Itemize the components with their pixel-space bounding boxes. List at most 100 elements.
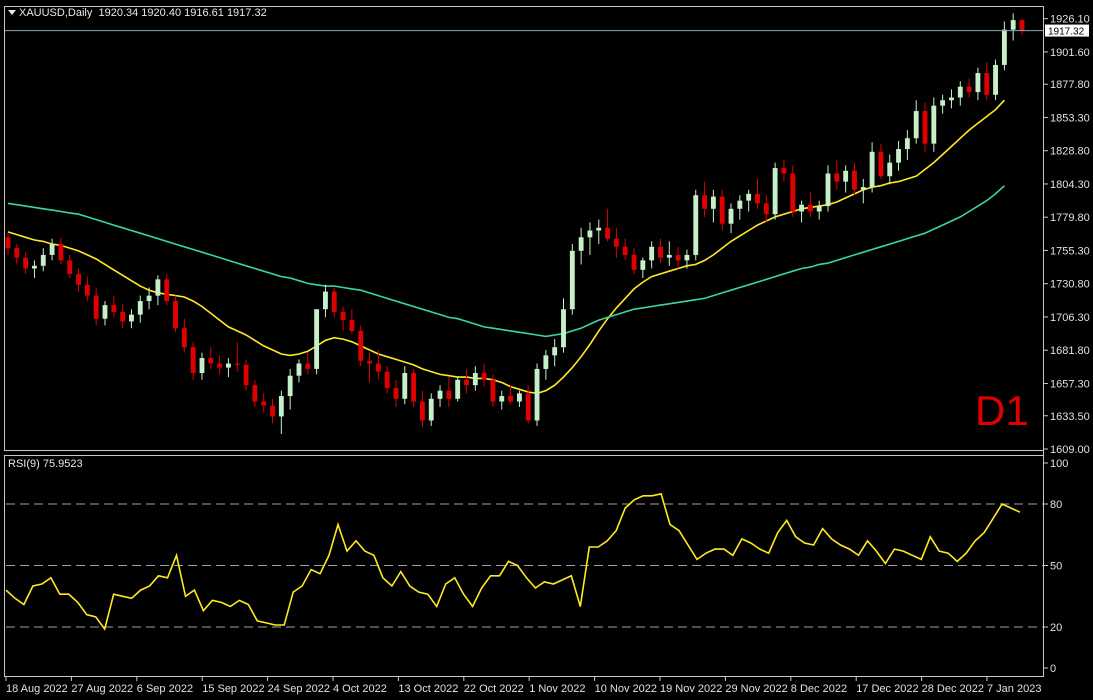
candle-body bbox=[843, 170, 849, 182]
candle bbox=[499, 390, 505, 410]
candle bbox=[464, 368, 469, 394]
price-tick-label: 1828.80 bbox=[1050, 146, 1090, 158]
date-tick-label: 27 Aug 2022 bbox=[71, 683, 133, 695]
candle bbox=[137, 295, 143, 323]
dropdown-arrow-icon[interactable] bbox=[8, 10, 16, 15]
price-tick-label: 1901.60 bbox=[1050, 47, 1090, 59]
rsi-title: RSI(9) 75.9523 bbox=[8, 458, 83, 470]
candle bbox=[173, 295, 178, 333]
candle bbox=[411, 368, 417, 407]
candle bbox=[940, 94, 946, 114]
candle-body bbox=[904, 138, 910, 150]
timeframe-badge: D1 bbox=[975, 387, 1029, 434]
candle-body bbox=[314, 309, 320, 369]
candle bbox=[40, 248, 46, 272]
candle bbox=[869, 142, 875, 193]
symbol-header[interactable]: XAUUSD,Daily 1920.34 1920.40 1916.61 191… bbox=[8, 7, 267, 19]
candle-body bbox=[790, 173, 796, 212]
candle-body bbox=[666, 254, 672, 258]
candle-body bbox=[367, 360, 372, 364]
candle bbox=[155, 275, 161, 306]
candle bbox=[102, 301, 108, 326]
candle-body bbox=[331, 291, 337, 312]
candle-body bbox=[340, 311, 346, 321]
date-tick-label: 17 Dec 2022 bbox=[856, 683, 918, 695]
candle-body bbox=[825, 173, 831, 207]
candle bbox=[825, 165, 831, 212]
candle bbox=[349, 309, 355, 334]
candle bbox=[455, 377, 461, 402]
candle-body bbox=[993, 64, 998, 95]
candle bbox=[208, 347, 214, 369]
candle-body bbox=[552, 347, 558, 356]
candle bbox=[781, 159, 787, 182]
price-tick-label: 1804.30 bbox=[1050, 179, 1090, 191]
candle-body bbox=[543, 355, 549, 369]
date-tick-label: 13 Oct 2022 bbox=[398, 683, 458, 695]
candle bbox=[1001, 21, 1007, 71]
candle bbox=[428, 393, 434, 426]
candle bbox=[199, 352, 205, 380]
price-tick-label: 1779.80 bbox=[1050, 212, 1090, 224]
candle-body bbox=[693, 195, 699, 255]
main-pane-frame bbox=[4, 6, 1044, 451]
ma-fast-line bbox=[7, 99, 1005, 395]
candle bbox=[58, 237, 64, 265]
candle bbox=[32, 260, 37, 278]
candle bbox=[446, 377, 452, 407]
candle bbox=[393, 379, 399, 407]
candle bbox=[949, 89, 954, 109]
candle bbox=[14, 244, 20, 265]
candle-body bbox=[807, 204, 813, 212]
price-tick-label: 1706.30 bbox=[1050, 312, 1090, 324]
candle-body bbox=[702, 195, 707, 209]
candle bbox=[1019, 18, 1025, 36]
ma-slow-line bbox=[7, 185, 1005, 338]
candle-body bbox=[32, 265, 37, 269]
candle-body bbox=[226, 363, 231, 368]
date-tick-label: 24 Sep 2022 bbox=[268, 683, 330, 695]
candle bbox=[402, 366, 408, 405]
candle-body bbox=[190, 347, 196, 373]
candle bbox=[737, 195, 743, 220]
candle bbox=[437, 385, 443, 407]
candle-body bbox=[490, 379, 496, 402]
candle-body bbox=[49, 244, 55, 255]
candle bbox=[164, 273, 170, 306]
date-tick-label: 15 Sep 2022 bbox=[202, 683, 264, 695]
candle bbox=[799, 200, 804, 223]
candle bbox=[472, 366, 478, 391]
price-tick-label: 1633.50 bbox=[1050, 411, 1090, 423]
candle bbox=[640, 257, 646, 278]
candle-body bbox=[76, 273, 81, 285]
date-tick-label: 1 Nov 2022 bbox=[529, 683, 585, 695]
price-tick-label: 1877.80 bbox=[1050, 79, 1090, 91]
chart-canvas: 1926.10 1901.60 1877.80 1853.30 1828.80 1804.… bbox=[4, 6, 1090, 695]
candle-body bbox=[446, 390, 452, 399]
candle bbox=[226, 358, 231, 378]
candle-body bbox=[243, 364, 249, 386]
candle bbox=[217, 355, 223, 375]
rsi-tick-label: 0 bbox=[1050, 663, 1056, 675]
candle bbox=[666, 241, 672, 266]
candle-body bbox=[852, 170, 857, 190]
price-tick-label: 1755.30 bbox=[1050, 245, 1090, 257]
candle-body bbox=[578, 237, 584, 251]
candle-body bbox=[411, 373, 417, 402]
candle-body bbox=[746, 193, 752, 201]
candle bbox=[367, 352, 372, 383]
candle-body bbox=[287, 375, 293, 397]
candle-body bbox=[922, 111, 928, 144]
candle bbox=[746, 189, 752, 212]
candle bbox=[693, 189, 699, 261]
candle-body bbox=[710, 196, 716, 209]
candle bbox=[710, 189, 716, 223]
candle bbox=[675, 246, 681, 269]
candle bbox=[340, 306, 346, 331]
candle-body bbox=[975, 73, 981, 93]
candle bbox=[358, 325, 364, 367]
candle bbox=[728, 203, 734, 234]
candle bbox=[605, 208, 611, 242]
candle-body bbox=[270, 405, 275, 417]
candle-body bbox=[23, 257, 29, 269]
